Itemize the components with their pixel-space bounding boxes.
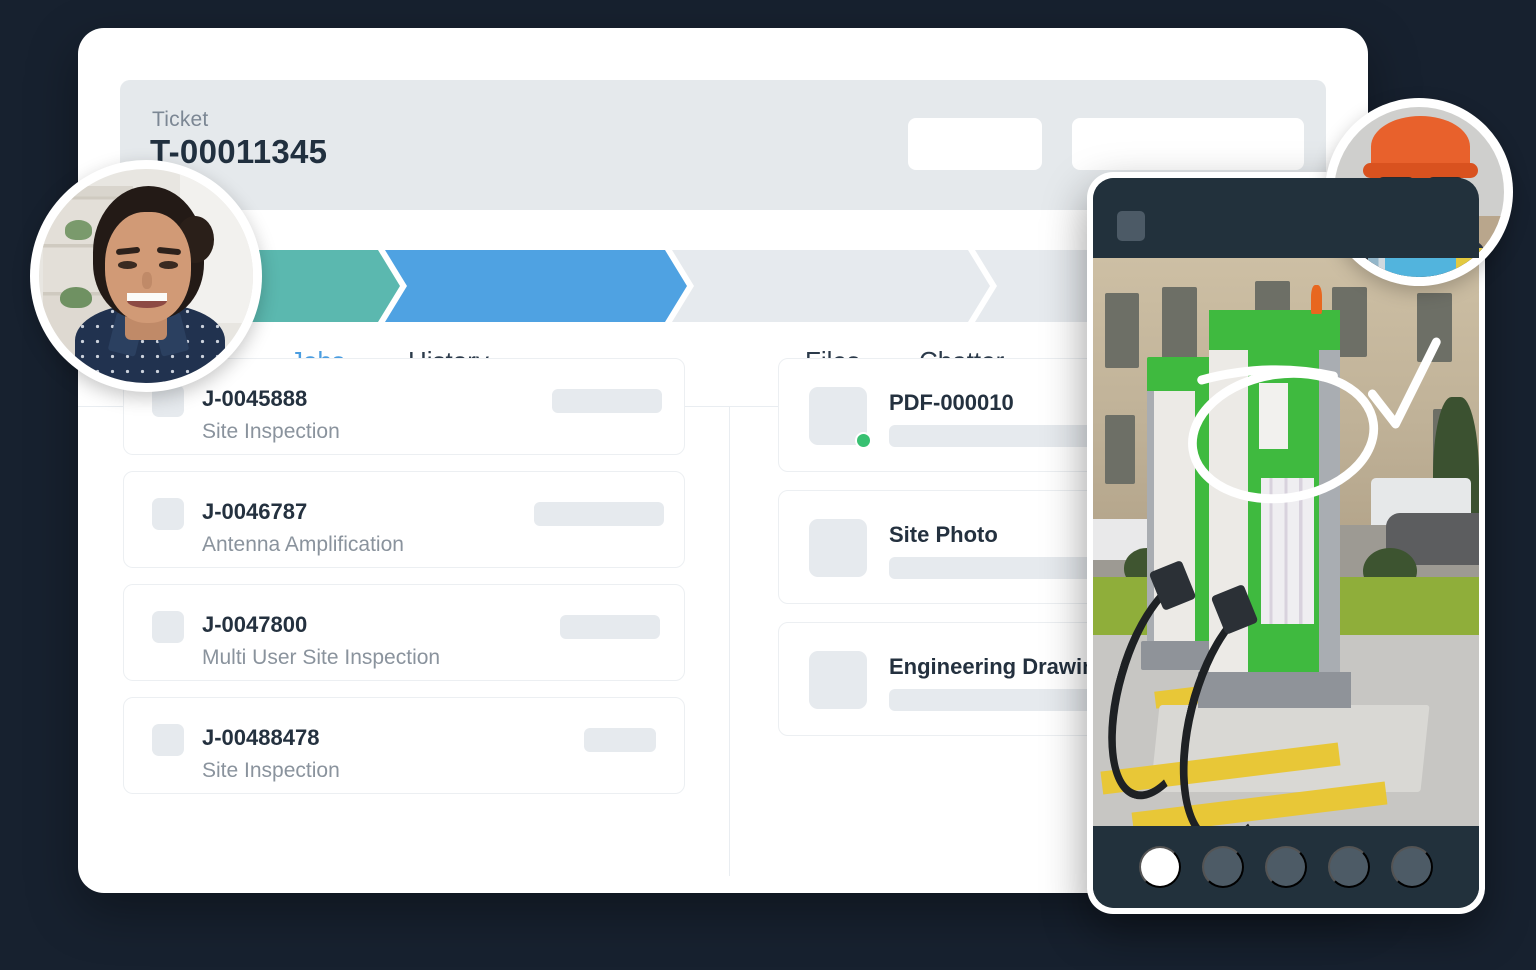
status-badge xyxy=(855,432,872,449)
carousel-dot-3[interactable] xyxy=(1265,846,1307,888)
file-thumbnail-icon xyxy=(809,651,867,709)
job-status-placeholder xyxy=(534,502,664,526)
carousel-dot-4[interactable] xyxy=(1328,846,1370,888)
building-window xyxy=(1104,414,1136,485)
column-divider xyxy=(729,406,730,876)
job-id: J-00488478 xyxy=(202,725,320,750)
header-action-secondary[interactable] xyxy=(1072,118,1304,170)
job-type: Site Inspection xyxy=(202,759,340,782)
job-status-placeholder xyxy=(584,728,656,752)
carousel-dot-1[interactable] xyxy=(1139,846,1181,888)
mobile-carousel-indicator xyxy=(1093,826,1479,908)
building-window xyxy=(1162,287,1198,363)
mobile-screen xyxy=(1093,178,1479,908)
carousel-dot-5[interactable] xyxy=(1391,846,1433,888)
building-window xyxy=(1417,292,1452,363)
job-status-placeholder xyxy=(552,389,662,413)
avatar-field-agent-woman xyxy=(39,169,253,383)
header-action-primary[interactable] xyxy=(908,118,1042,170)
table-row[interactable]: J-0046787 Antenna Amplification xyxy=(123,471,685,568)
site-photo-image xyxy=(1093,258,1479,838)
file-name: Site Photo xyxy=(889,522,998,547)
job-status-placeholder xyxy=(560,615,660,639)
job-type: Multi User Site Inspection xyxy=(202,646,441,669)
job-type: Antenna Amplification xyxy=(202,533,404,556)
ticket-label: Ticket xyxy=(152,108,209,131)
job-id: J-0045888 xyxy=(202,386,308,411)
file-name: PDF-000010 xyxy=(889,390,1014,415)
avatar xyxy=(30,160,262,392)
progress-step-3[interactable] xyxy=(672,250,990,322)
jobs-list: J-0045888 Site Inspection J-0046787 Ante… xyxy=(123,358,685,810)
table-row[interactable]: J-0047800 Multi User Site Inspection xyxy=(123,584,685,681)
building-window xyxy=(1104,292,1140,369)
mobile-menu-icon[interactable] xyxy=(1117,211,1145,241)
carousel-dot-2[interactable] xyxy=(1202,846,1244,888)
job-checkbox[interactable] xyxy=(152,611,184,643)
job-checkbox[interactable] xyxy=(152,498,184,530)
job-id: J-0046787 xyxy=(202,499,308,524)
progress-step-2[interactable] xyxy=(385,250,687,322)
file-thumbnail-icon xyxy=(809,519,867,577)
job-checkbox[interactable] xyxy=(152,724,184,756)
job-type: Site Inspection xyxy=(202,420,340,443)
table-row[interactable]: J-00488478 Site Inspection xyxy=(123,697,685,794)
job-id: J-0047800 xyxy=(202,612,308,637)
file-name: Engineering Drawing xyxy=(889,654,1110,679)
mobile-top-bar xyxy=(1093,178,1479,258)
